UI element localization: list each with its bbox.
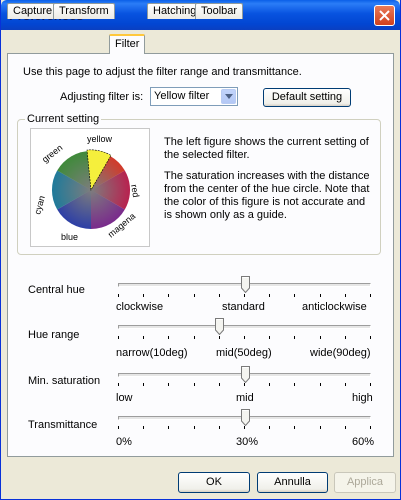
slider-tick xyxy=(219,336,220,339)
central-hue-ticks xyxy=(118,294,371,298)
transmittance-label: Transmittance xyxy=(28,419,98,431)
hue-range-track xyxy=(118,325,371,329)
slider-thumb-icon xyxy=(240,366,250,384)
wheel-label-yellow: yellow xyxy=(87,134,113,144)
slider-tick xyxy=(244,426,245,429)
slider-tick xyxy=(269,336,270,339)
slider-tick xyxy=(345,336,346,339)
hue-circle-wheel: yellow red magena blue cyan green xyxy=(32,134,141,242)
slider-tick xyxy=(118,383,119,386)
slider-tick xyxy=(244,336,245,339)
close-button[interactable] xyxy=(374,5,395,26)
transmittance-slider[interactable] xyxy=(240,409,250,427)
slider-tick xyxy=(244,294,245,297)
slider-tick xyxy=(194,383,195,386)
hue-range-min-label: narrow(10deg) xyxy=(116,347,188,359)
slider-tick xyxy=(294,336,295,339)
wheel-label-cyan: cyan xyxy=(32,195,47,216)
adjusting-filter-label: Adjusting filter is: xyxy=(60,91,144,103)
slider-tick xyxy=(320,294,321,297)
filter-select-value: Yellow filter xyxy=(154,90,210,102)
slider-tick xyxy=(320,336,321,339)
slider-tick xyxy=(194,294,195,297)
slider-tick xyxy=(143,383,144,386)
transmittance-min-label: 0% xyxy=(116,436,132,448)
transmittance-mid-label: 30% xyxy=(236,436,259,448)
slider-tick xyxy=(345,426,346,429)
min-saturation-label: Min. saturation xyxy=(28,375,101,387)
tab-filter[interactable]: Filter xyxy=(109,34,146,54)
slider-tick xyxy=(370,426,371,429)
min-saturation-ticks xyxy=(118,383,371,387)
filter-select[interactable]: Yellow filter xyxy=(150,87,238,106)
slider-tick xyxy=(345,294,346,297)
tab-toolbar[interactable]: Toolbar xyxy=(195,3,244,19)
slider-tick xyxy=(194,426,195,429)
central-hue-max-label: anticlockwise xyxy=(302,301,367,313)
slider-tick xyxy=(118,426,119,429)
slider-tick xyxy=(269,426,270,429)
wheel-label-green: green xyxy=(40,143,64,165)
tab-capture[interactable]: Capture xyxy=(7,3,59,19)
central-hue-min-label: clockwise xyxy=(116,301,164,313)
slider-tick xyxy=(320,383,321,386)
ok-button[interactable]: OK xyxy=(178,472,250,493)
slider-tick xyxy=(370,383,371,386)
slider-tick xyxy=(244,383,245,386)
hue-range-mid-label: mid(50deg) xyxy=(216,347,272,359)
slider-tick xyxy=(143,294,144,297)
wheel-label-blue: blue xyxy=(61,232,78,242)
min-saturation-slider[interactable] xyxy=(240,366,250,384)
transmittance-ticks xyxy=(118,426,371,430)
current-setting-description-2: The saturation increases with the distan… xyxy=(164,170,370,221)
hue-range-max-label: wide(90deg) xyxy=(310,347,371,359)
slider-thumb-icon xyxy=(240,276,250,294)
intro-text: Use this page to adjust the filter range… xyxy=(23,66,302,78)
default-setting-button[interactable]: Default setting xyxy=(263,88,351,107)
tab-transform[interactable]: Transform xyxy=(53,3,115,19)
dropdown-arrow[interactable] xyxy=(221,89,236,104)
chevron-down-icon xyxy=(225,94,233,99)
slider-tick xyxy=(168,426,169,429)
slider-tick xyxy=(168,336,169,339)
close-icon xyxy=(379,10,390,21)
slider-tick xyxy=(370,294,371,297)
slider-tick xyxy=(345,383,346,386)
central-hue-slider[interactable] xyxy=(240,276,250,294)
cancel-button[interactable]: Annulla xyxy=(257,472,328,493)
wheel-label-red: red xyxy=(129,184,141,199)
slider-tick xyxy=(143,426,144,429)
transmittance-max-label: 60% xyxy=(352,436,375,448)
hue-range-ticks xyxy=(118,336,371,340)
min-saturation-max-label: high xyxy=(352,392,373,404)
central-hue-mid-label: standard xyxy=(222,301,265,313)
slider-thumb-icon xyxy=(215,318,225,336)
slider-tick xyxy=(294,294,295,297)
hue-range-slider[interactable] xyxy=(215,318,225,336)
slider-tick xyxy=(219,294,220,297)
slider-tick xyxy=(269,383,270,386)
slider-tick xyxy=(294,426,295,429)
slider-thumb-icon xyxy=(240,409,250,427)
slider-tick xyxy=(118,336,119,339)
slider-tick xyxy=(269,294,270,297)
slider-tick xyxy=(219,426,220,429)
central-hue-label: Central hue xyxy=(28,284,85,296)
apply-button[interactable]: Applica xyxy=(334,472,396,493)
current-setting-description-1: The left figure shows the current settin… xyxy=(164,136,369,161)
min-saturation-mid-label: mid xyxy=(236,392,254,404)
slider-tick xyxy=(320,426,321,429)
slider-tick xyxy=(168,383,169,386)
min-saturation-min-label: low xyxy=(116,392,133,404)
slider-tick xyxy=(168,294,169,297)
current-setting-title: Current setting xyxy=(25,113,102,125)
slider-tick xyxy=(118,294,119,297)
slider-tick xyxy=(370,336,371,339)
slider-tick xyxy=(294,383,295,386)
slider-tick xyxy=(194,336,195,339)
slider-tick xyxy=(219,383,220,386)
slider-tick xyxy=(143,336,144,339)
hue-range-label: Hue range xyxy=(28,329,80,341)
hue-circle-figure: yellow red magena blue cyan green xyxy=(30,128,150,247)
